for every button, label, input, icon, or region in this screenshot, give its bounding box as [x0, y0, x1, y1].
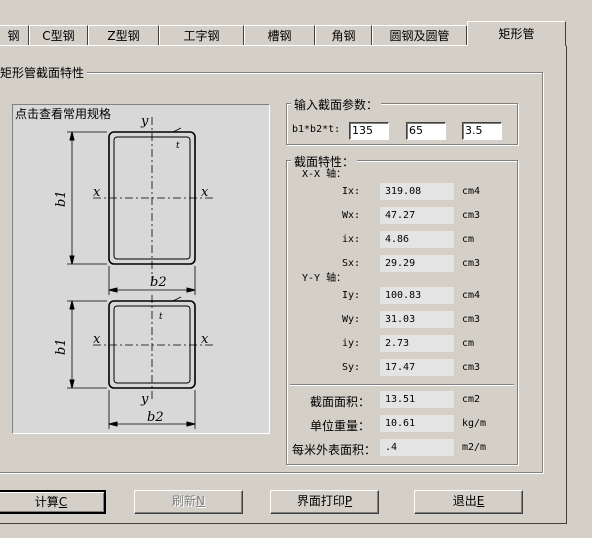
exit-button[interactable]: 退出E: [414, 490, 523, 514]
weight-value: 10.61: [380, 415, 454, 432]
tab-i-beam[interactable]: 工字钢: [159, 25, 244, 45]
prop-value: 47.27: [380, 207, 454, 224]
section-group-title: 矩形管截面特性: [0, 64, 88, 81]
exit-label: 退出: [452, 494, 477, 508]
label-y-bottom: y: [140, 392, 149, 407]
prop-unit: cm: [462, 338, 475, 349]
area-value: 13.51: [380, 391, 454, 408]
xx-axis-title: X-X 轴：: [302, 169, 347, 180]
prop-value: 100.83: [380, 287, 454, 304]
prop-label: Iy:: [342, 290, 361, 301]
print-button[interactable]: 界面打印P: [270, 490, 379, 514]
prop-unit: cm3: [462, 362, 481, 373]
props-divider: [290, 384, 514, 386]
b2-input[interactable]: 65: [406, 122, 446, 140]
print-key: P: [344, 494, 353, 508]
tab-label: 矩形管: [498, 27, 535, 41]
prop-value: 4.86: [380, 231, 454, 248]
refresh-button[interactable]: 刷新N: [134, 490, 243, 514]
label-b1-top: b1: [54, 190, 69, 207]
exit-key: E: [476, 494, 485, 508]
prop-value: 319.08: [380, 183, 454, 200]
tab-round-tube[interactable]: 圆钢及圆管: [372, 25, 467, 45]
prop-unit: cm: [462, 234, 475, 245]
label-x-left-bottom: x: [93, 332, 101, 347]
prop-label: Wx:: [342, 210, 361, 221]
prop-value: 17.47: [380, 359, 454, 376]
prop-unit: cm4: [462, 290, 481, 301]
prop-value: 29.29: [380, 255, 454, 272]
label-t-bottom: t: [159, 312, 163, 322]
calc-label: 计算: [34, 495, 59, 509]
label-x-right: x: [201, 185, 209, 200]
tab-label: 圆钢及圆管: [389, 29, 450, 43]
tab-c-steel[interactable]: C型钢: [29, 25, 88, 45]
surface-value: .4: [380, 439, 454, 456]
tab-label: Z型钢: [107, 29, 140, 43]
tab-label: 槽钢: [267, 29, 292, 43]
prop-unit: cm3: [462, 314, 481, 325]
prop-unit: cm3: [462, 258, 481, 269]
tab-label: C型钢: [42, 29, 75, 43]
weight-label: 单位重量：: [310, 419, 371, 433]
tab-z-steel[interactable]: Z型钢: [88, 25, 159, 45]
label-b2-top: b2: [150, 275, 167, 290]
prop-unit: cm4: [462, 186, 481, 197]
b1-input[interactable]: 135: [349, 122, 389, 140]
rect-tube-diagram: y x x b2 t b1 y x x b2 t b1: [54, 114, 213, 429]
refresh-key: N: [196, 494, 205, 508]
tab-label: 钢: [7, 29, 20, 43]
label-b2-bottom: b2: [147, 410, 164, 425]
refresh-label: 刷新: [172, 494, 197, 508]
prop-label: iy:: [342, 338, 361, 349]
calc-key: C: [58, 495, 68, 509]
weight-unit: kg/m: [462, 418, 487, 429]
print-label: 界面打印: [296, 494, 345, 508]
section-image-panel[interactable]: 点击查看常用规格 y x x b2 t b1 y x x b2 t b1: [12, 104, 270, 434]
prop-label: ix:: [342, 234, 361, 245]
prop-unit: cm3: [462, 210, 481, 221]
tab-channel[interactable]: 槽钢: [244, 25, 315, 45]
label-y-top: y: [140, 114, 149, 129]
tab-label: 工字钢: [183, 29, 220, 43]
tab-label: 角钢: [331, 29, 356, 43]
calc-button[interactable]: 计算C: [0, 490, 106, 514]
area-label: 截面面积：: [310, 395, 371, 409]
t-input[interactable]: 3.5: [462, 122, 502, 140]
surface-unit: m2/m: [462, 442, 487, 453]
label-x-left: x: [93, 185, 101, 200]
prop-value: 2.73: [380, 335, 454, 352]
prop-value: 31.03: [380, 311, 454, 328]
prop-label: Wy:: [342, 314, 361, 325]
tab-steel-partial[interactable]: 钢: [0, 25, 29, 45]
tab-rect-tube[interactable]: 矩形管: [467, 21, 566, 46]
area-unit: cm2: [462, 394, 481, 405]
label-b1-bottom: b1: [54, 338, 69, 355]
label-t-top: t: [176, 141, 180, 151]
param-label: b1*b2*t:: [292, 124, 341, 135]
label-x-right-bottom: x: [201, 332, 209, 347]
input-group-title: 输入截面参数：: [291, 96, 382, 113]
tab-angle[interactable]: 角钢: [315, 25, 372, 45]
prop-label: Ix:: [342, 186, 361, 197]
surface-label: 每米外表面积：: [292, 443, 377, 457]
prop-label: Sy:: [342, 362, 361, 373]
yy-axis-title: Y-Y 轴：: [302, 273, 347, 284]
